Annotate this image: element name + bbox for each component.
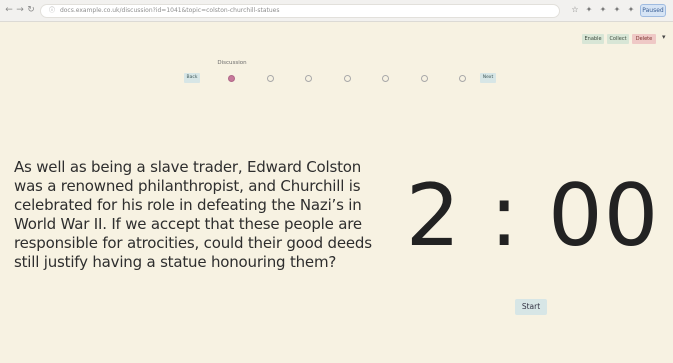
star-icon[interactable]: ☆: [570, 5, 580, 15]
forward-icon[interactable]: →: [15, 5, 25, 15]
reload-icon[interactable]: ↻: [26, 5, 36, 15]
step-dot[interactable]: [343, 75, 351, 82]
step-dot[interactable]: [305, 75, 312, 82]
step-dot[interactable]: [382, 75, 389, 82]
extension-icon-2[interactable]: ✦: [598, 5, 608, 15]
back-icon[interactable]: ←: [4, 5, 14, 15]
discussion-question: As well as being a slave trader, Edward …: [14, 158, 372, 271]
menu-caret-icon[interactable]: ▾: [662, 33, 666, 41]
extension-icon-3[interactable]: ✦: [612, 5, 622, 15]
address-bar[interactable]: ⓘ docs.example.co.uk/discussion?id=1041&…: [40, 4, 560, 18]
url-text: docs.example.co.uk/discussion?id=1041&to…: [59, 7, 280, 14]
start-button[interactable]: Start: [515, 299, 547, 315]
step-dot[interactable]: [228, 75, 235, 82]
browser-toolbar: ← → ↻ ⓘ docs.example.co.uk/discussion?id…: [0, 0, 673, 22]
delete-button[interactable]: Delete: [632, 34, 656, 44]
discussion-label: Discussion: [217, 60, 247, 66]
step-dot[interactable]: [459, 75, 466, 82]
next-step-button[interactable]: Next: [480, 73, 496, 83]
step-dot[interactable]: [266, 75, 274, 82]
enable-button[interactable]: Enable: [582, 34, 604, 44]
collect-button[interactable]: Collect: [607, 34, 629, 44]
extension-icon[interactable]: ✦: [584, 5, 594, 15]
step-dot[interactable]: [420, 75, 428, 82]
profile-button[interactable]: Paused: [640, 4, 666, 17]
extension-icon-4[interactable]: ✦: [626, 5, 636, 15]
countdown-timer: 2 : 00: [405, 166, 660, 266]
info-icon[interactable]: ⓘ: [49, 7, 55, 14]
back-step-button[interactable]: Back: [184, 73, 200, 83]
